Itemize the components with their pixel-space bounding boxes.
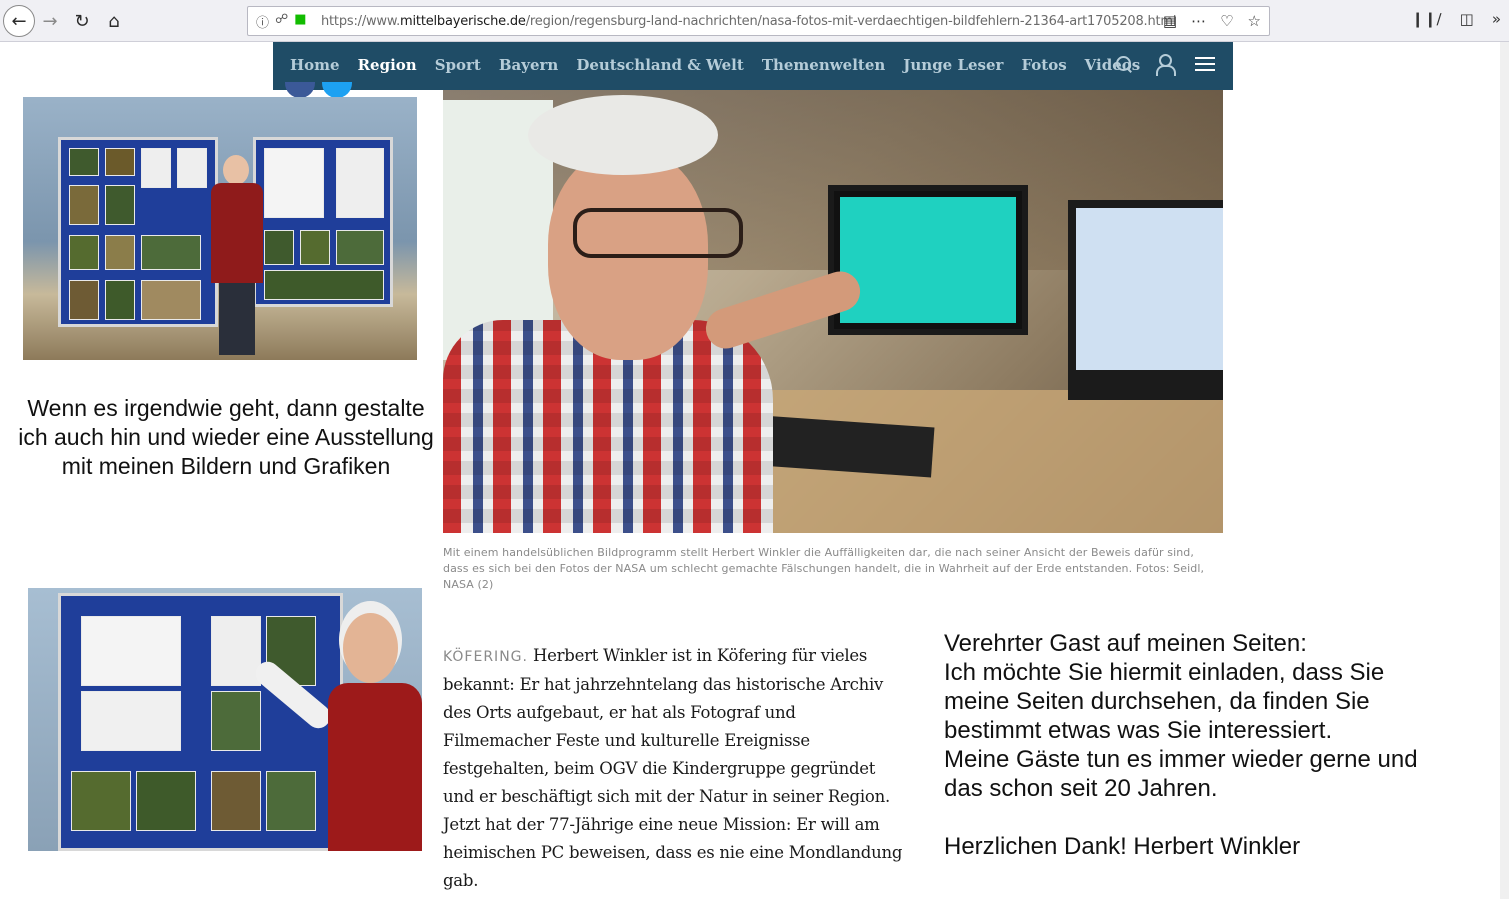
home-icon[interactable]: ⌂ <box>100 7 128 35</box>
reload-icon[interactable]: ↻ <box>68 7 96 35</box>
browser-toolbar: ← → ↻ ⌂ ⓘ ☍ ■ https://www.mittelbayerisc… <box>0 0 1509 42</box>
library-icon[interactable]: ❙❙∕ <box>1411 10 1441 28</box>
display-board <box>58 137 218 327</box>
display-board <box>58 593 343 851</box>
article-text: Herbert Winkler ist in Köfering für viel… <box>443 646 903 890</box>
exhibition-quote: Wenn es irgendwie geht, dann gestalte ic… <box>18 395 434 479</box>
nav-item-themenwelten[interactable]: Themenwelten <box>762 56 885 74</box>
person-figure <box>318 608 422 851</box>
monitor <box>1068 200 1223 400</box>
info-icon[interactable]: ⓘ <box>256 12 269 31</box>
nav-item-deutschland-welt[interactable]: Deutschland & Welt <box>576 56 743 74</box>
shield-icon[interactable]: ☍ <box>275 12 288 31</box>
greeting-line: Ich möchte Sie hiermit einladen, dass Si… <box>944 659 1385 744</box>
user-icon[interactable] <box>1155 54 1176 76</box>
greeting-line: Meine Gäste tun es immer wieder gerne un… <box>944 746 1418 802</box>
person-figure <box>211 155 263 355</box>
site-navigation: Home Region Sport Bayern Deutschland & W… <box>273 42 1233 90</box>
twitter-share-icon[interactable] <box>322 82 352 98</box>
greeting-line: Verehrter Gast auf meinen Seiten: <box>944 630 1307 657</box>
nav-item-fotos[interactable]: Fotos <box>1021 56 1066 74</box>
article-dateline: KÖFERING. <box>443 649 528 665</box>
photo-caption: Mit einem handelsüblichen Bildprogramm s… <box>443 546 1205 591</box>
more-icon[interactable]: ⋯ <box>1191 12 1206 30</box>
back-icon[interactable]: ← <box>3 5 35 37</box>
overflow-icon[interactable]: » <box>1492 10 1501 28</box>
facebook-share-icon[interactable] <box>285 82 315 98</box>
nav-item-home[interactable]: Home <box>290 56 340 74</box>
address-bar[interactable]: ⓘ ☍ ■ https://www.mittelbayerische.de/re… <box>247 6 1270 36</box>
reader-icon[interactable]: ▤ <box>1163 12 1177 30</box>
article-body: KÖFERING. Herbert Winkler ist in Köferin… <box>443 642 905 895</box>
monitor <box>828 185 1028 335</box>
nav-item-junge-leser[interactable]: Junge Leser <box>903 56 1003 74</box>
sidebar-icon[interactable]: ◫ <box>1460 10 1474 28</box>
exhibition-photo-1 <box>23 97 417 360</box>
nav-item-region[interactable]: Region <box>358 56 417 74</box>
nav-item-bayern[interactable]: Bayern <box>499 56 558 74</box>
forward-icon[interactable]: → <box>36 7 64 35</box>
main-article-photo <box>443 90 1223 533</box>
guest-greeting: Verehrter Gast auf meinen Seiten: Ich mö… <box>944 629 1444 861</box>
display-board <box>253 137 393 307</box>
bookmark-star-icon[interactable]: ☆ <box>1248 12 1261 30</box>
url-text[interactable]: https://www.mittelbayerische.de/region/r… <box>321 14 1176 29</box>
exhibition-photo-2 <box>28 588 422 851</box>
nav-item-sport[interactable]: Sport <box>435 56 481 74</box>
pocket-icon[interactable]: ♡ <box>1220 12 1233 30</box>
search-icon[interactable] <box>1115 55 1133 73</box>
scrollbar[interactable] <box>1500 42 1509 899</box>
greeting-signature: Herzlichen Dank! Herbert Winkler <box>944 833 1301 860</box>
lock-icon[interactable]: ■ <box>294 12 306 31</box>
menu-icon[interactable] <box>1195 57 1215 71</box>
